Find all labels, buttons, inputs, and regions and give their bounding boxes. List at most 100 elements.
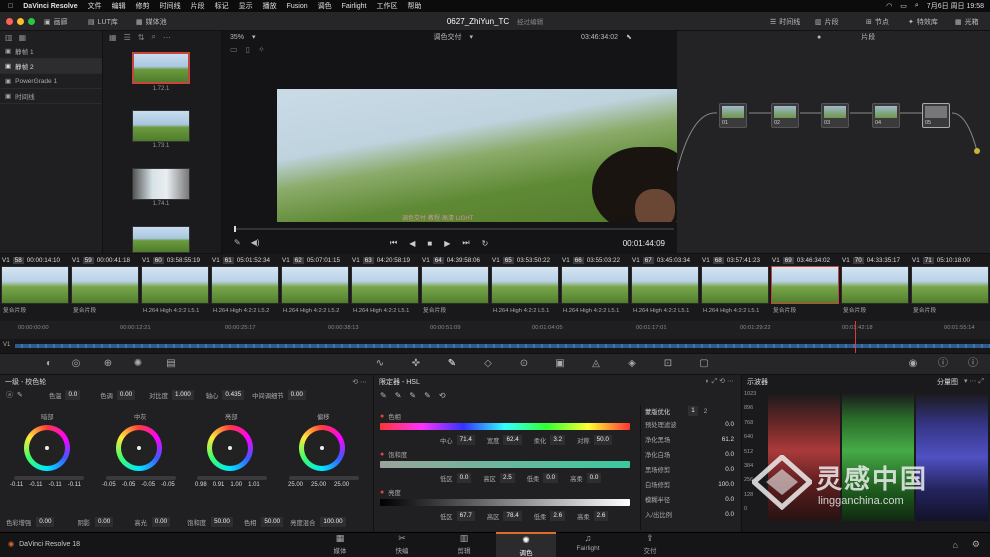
nodes-button[interactable]: ⊞ 节点	[866, 12, 889, 31]
scrubber-bar[interactable]	[234, 226, 674, 232]
clip-item[interactable]: V1 64 04:39:58:06 复合片段	[420, 254, 490, 320]
timeline-button[interactable]: ☰ 时间线	[770, 12, 800, 31]
list-icon[interactable]: ▥	[5, 33, 13, 42]
menu-playback[interactable]: 播放	[263, 1, 277, 11]
hue-center-field[interactable]: 71.4	[456, 435, 475, 445]
key-icon[interactable]: ◈	[625, 357, 639, 371]
track-clips-bar[interactable]	[15, 344, 990, 348]
search-icon[interactable]: ⌕	[151, 32, 155, 42]
3d-icon[interactable]: ▢	[697, 357, 711, 371]
still-thumbnail[interactable]	[132, 168, 190, 200]
menu-help[interactable]: 帮助	[408, 1, 422, 11]
clip-item[interactable]: V1 61 05:01:52:34 H.264 High 4:2:2 L5.2	[210, 254, 280, 320]
clip-item[interactable]: V1 66 03:55:03:22 H.264 High 4:2:2 L5.1	[560, 254, 630, 320]
hue-soft-field[interactable]: 3.2	[550, 435, 566, 445]
chevron-down-icon[interactable]: ▾ ⋯ ⤢	[964, 377, 984, 386]
refine-field[interactable]: 0.0	[725, 421, 734, 428]
gamma-master-slider[interactable]	[106, 476, 176, 480]
sort-icon[interactable]: ⇅	[138, 33, 145, 42]
tracker-icon[interactable]: ⊙	[517, 357, 531, 371]
apple-icon[interactable]: 	[8, 3, 13, 10]
lum-highsoft-field[interactable]: 2.6	[593, 511, 609, 521]
node-05[interactable]: 05	[922, 103, 950, 128]
clip-item[interactable]: V1 60 03:58:55:19 H.264 High 4:2:2 L5.1	[140, 254, 210, 320]
lightbox-button[interactable]: ▦ 光箱	[955, 12, 979, 31]
node-04[interactable]: 04	[872, 103, 900, 128]
menu-fusion[interactable]: Fusion	[287, 3, 308, 10]
scope-mode[interactable]: 分量图	[937, 377, 958, 387]
magic-mask-icon[interactable]: ▣	[553, 357, 567, 371]
menu-mark[interactable]: 标记	[215, 1, 229, 11]
lum-toggle-icon[interactable]: ●	[380, 489, 384, 496]
mid-detail-field[interactable]: 0.00	[287, 390, 306, 400]
luminance-bar[interactable]	[380, 499, 630, 506]
lum-high-field[interactable]: 78.4	[503, 511, 522, 521]
page-edit[interactable]: ▥ 剪辑	[434, 532, 494, 557]
page-fairlight[interactable]: ♫ Fairlight	[558, 532, 618, 557]
viewer-image[interactable]: 调色交付·教程·高清 LIGHT	[277, 89, 677, 222]
hdr-icon[interactable]: ✺	[131, 357, 145, 371]
highlights-field[interactable]: 0.00	[151, 517, 171, 527]
info-icon[interactable]: ⓘ	[966, 357, 980, 371]
refine-field[interactable]: 61.2	[722, 436, 734, 443]
feather-icon[interactable]: ✎	[424, 391, 431, 400]
stop-icon[interactable]: ■	[427, 239, 432, 248]
clip-item[interactable]: V1 68 03:57:41:23 H.264 High 4:2:2 L5.1	[700, 254, 770, 320]
page-color[interactable]: ✺ 调色	[496, 532, 556, 557]
refine-field[interactable]: 100.0	[718, 481, 734, 488]
refine-field[interactable]: 0.0	[725, 496, 734, 503]
bypass-icon[interactable]: ⓐ	[6, 390, 13, 400]
playhead[interactable]	[855, 321, 856, 353]
zoom-value[interactable]: 35%	[230, 34, 244, 41]
lift-puck[interactable]	[45, 446, 49, 450]
clip-item[interactable]: V1 62 05:07:01:15 H.264 High 4:2:2 L5.2	[280, 254, 350, 320]
hue-toggle-icon[interactable]: ●	[380, 413, 384, 420]
skip-start-icon[interactable]: ⏮	[390, 238, 397, 248]
rgb-mixer-icon[interactable]: ▤	[164, 357, 178, 371]
album-item[interactable]: ▣ 时间线	[0, 89, 102, 104]
split-icon[interactable]: ▯	[246, 45, 250, 54]
menu-file[interactable]: 文件	[88, 1, 102, 11]
still-thumbnail[interactable]	[132, 110, 190, 142]
refine-tab-1[interactable]: 1	[688, 406, 698, 416]
skip-end-icon[interactable]: ⏭	[462, 238, 469, 248]
reverse-icon[interactable]: ◀	[409, 239, 415, 248]
blur-icon[interactable]: ◬	[589, 357, 603, 371]
lum-mix-field[interactable]: 100.00	[320, 517, 346, 527]
picker-plus-icon[interactable]: ✎	[409, 391, 416, 400]
refine-field[interactable]: 0.0	[725, 511, 734, 518]
pointer-icon[interactable]: ⬉	[626, 33, 632, 41]
album-item[interactable]: ▣ 静帧 2	[0, 59, 102, 74]
clip-item[interactable]: V1 70 04:33:35:17 复合片段	[840, 254, 910, 320]
hue-field[interactable]: 50.00	[261, 517, 284, 527]
effects-button[interactable]: ✦ 特效库	[908, 12, 938, 31]
chevron-down-icon[interactable]: ▾	[252, 33, 256, 41]
qualifier-icon[interactable]: ✎	[445, 357, 459, 371]
menu-color[interactable]: 调色	[318, 1, 332, 11]
clip-item-selected[interactable]: V1 69 03:46:34:02 复合片段	[770, 254, 840, 320]
menu-view[interactable]: 显示	[239, 1, 253, 11]
sat-high-field[interactable]: 2.5	[499, 473, 515, 483]
refine-field[interactable]: 0.0	[725, 466, 734, 473]
shadows-field[interactable]: 0.00	[95, 517, 114, 527]
menu-timeline[interactable]: 时间线	[160, 1, 181, 11]
audio-icon[interactable]: ◀)	[251, 238, 260, 247]
clip-item[interactable]: V1 71 05:10:18:00 复合片段	[910, 254, 990, 320]
lift-master-slider[interactable]	[14, 476, 84, 480]
more-icon[interactable]: ⋯	[163, 33, 171, 42]
offset-master-slider[interactable]	[289, 476, 359, 480]
offset-puck[interactable]	[320, 446, 324, 450]
node-01[interactable]: 01	[719, 103, 747, 128]
menu-clip[interactable]: 片段	[191, 1, 205, 11]
sat-toggle-icon[interactable]: ●	[380, 451, 384, 458]
picker-icon[interactable]: ✎	[380, 391, 387, 400]
contrast-field[interactable]: 1.000	[171, 390, 194, 400]
gain-puck[interactable]	[228, 446, 232, 450]
temp-field[interactable]: 0.0	[65, 390, 81, 400]
clip-button[interactable]: ▥ 片段	[815, 12, 839, 31]
hue-bar[interactable]	[380, 423, 630, 430]
pivot-field[interactable]: 0.435	[222, 390, 245, 400]
timeline-ruler[interactable]: 00:00:00:00 00:00:12:21 00:00:25:17 00:0…	[0, 321, 990, 339]
hue-width-field[interactable]: 62.4	[503, 435, 522, 445]
grade-mode[interactable]: 调色交付	[434, 32, 462, 42]
